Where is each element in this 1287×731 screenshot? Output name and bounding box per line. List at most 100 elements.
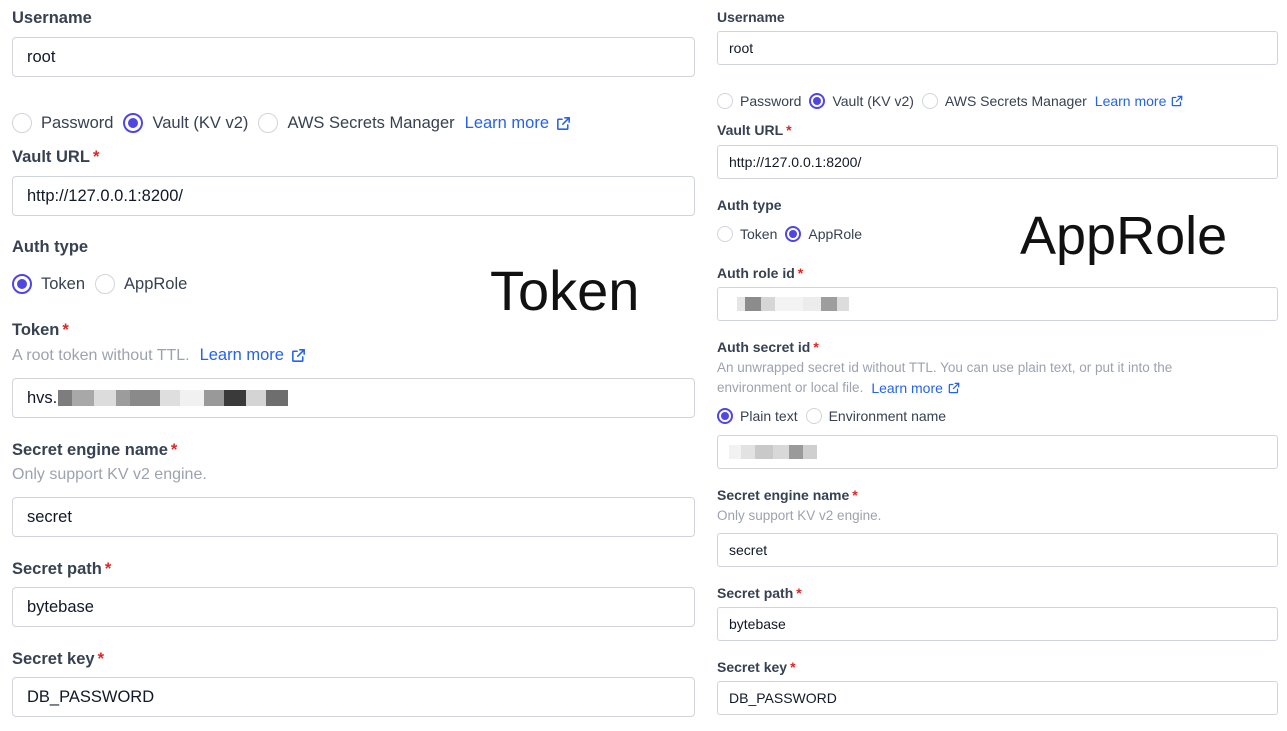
secret-path-value: bytebase bbox=[729, 616, 786, 632]
secret-source-radio-group: Password Vault (KV v2) AWS Secrets Manag… bbox=[12, 113, 572, 133]
vault-url-input[interactable]: http://127.0.0.1:8200/ bbox=[717, 145, 1278, 179]
token-auth-panel: Username root Password Vault (KV v2) AWS… bbox=[0, 0, 700, 731]
required-asterisk: * bbox=[92, 148, 100, 166]
secret-engine-name-input[interactable]: secret bbox=[717, 533, 1278, 567]
token-learn-more-link[interactable]: Learn more bbox=[200, 346, 307, 365]
radio-auth-approle[interactable] bbox=[95, 274, 116, 294]
username-value: root bbox=[27, 47, 56, 66]
auth-role-id-redacted-value bbox=[737, 297, 849, 311]
radio-aws-secrets-manager[interactable] bbox=[258, 113, 279, 133]
token-hint: A root token without TTL. Learn more bbox=[12, 346, 307, 365]
secret-path-input[interactable]: bytebase bbox=[12, 587, 695, 627]
radio-vault-kv2[interactable] bbox=[123, 113, 144, 133]
radio-auth-token[interactable] bbox=[12, 274, 32, 294]
username-input[interactable]: root bbox=[12, 37, 695, 77]
external-link-icon bbox=[292, 349, 305, 362]
secret-path-label: Secret path * bbox=[12, 560, 112, 578]
required-asterisk: * bbox=[796, 585, 802, 601]
approle-auth-panel: Username root Password Vault (KV v2) AWS… bbox=[706, 0, 1287, 731]
approle-caption: AppRole bbox=[1020, 206, 1228, 266]
required-asterisk: * bbox=[813, 339, 819, 355]
secret-source-radio-group: Password Vault (KV v2) AWS Secrets Manag… bbox=[717, 93, 1184, 109]
secret-key-value: DB_PASSWORD bbox=[27, 687, 155, 706]
required-asterisk: * bbox=[62, 321, 69, 339]
radio-auth-token-label: Token bbox=[41, 274, 86, 293]
secret-engine-name-value: secret bbox=[27, 507, 72, 526]
learn-more-link[interactable]: Learn more bbox=[1095, 93, 1185, 109]
required-asterisk: * bbox=[786, 122, 792, 138]
secret-path-value: bytebase bbox=[27, 597, 94, 616]
radio-auth-approle[interactable] bbox=[785, 226, 802, 242]
auth-secret-id-hint: An unwrapped secret id without TTL. You … bbox=[717, 358, 1277, 398]
auth-role-id-input[interactable] bbox=[717, 287, 1278, 321]
auth-type-radio-group: Token AppRole bbox=[717, 226, 870, 242]
token-value-prefix: hvs. bbox=[27, 388, 58, 407]
vault-url-label: Vault URL * bbox=[12, 148, 100, 166]
auth-type-radio-group: Token AppRole bbox=[12, 274, 197, 294]
vault-url-label: Vault URL * bbox=[717, 122, 792, 138]
auth-secret-id-hint-line1: An unwrapped secret id without TTL. You … bbox=[717, 360, 1173, 375]
auth-role-id-label: Auth role id * bbox=[717, 265, 804, 281]
auth-secret-id-input[interactable] bbox=[717, 435, 1278, 469]
secret-engine-name-value: secret bbox=[729, 542, 768, 558]
secret-engine-name-hint: Only support KV v2 engine. bbox=[12, 466, 207, 483]
secret-key-input[interactable]: DB_PASSWORD bbox=[12, 677, 695, 717]
radio-environment-name[interactable] bbox=[805, 408, 822, 424]
vault-url-value: http://127.0.0.1:8200/ bbox=[729, 154, 862, 170]
required-asterisk: * bbox=[170, 441, 178, 459]
radio-aws-secrets-manager-label: AWS Secrets Manager bbox=[944, 93, 1087, 109]
radio-aws-secrets-manager[interactable] bbox=[921, 93, 938, 109]
secret-key-input[interactable]: DB_PASSWORD bbox=[717, 681, 1278, 715]
radio-auth-approle-label: AppRole bbox=[124, 274, 188, 293]
radio-auth-token-label: Token bbox=[740, 226, 778, 242]
secret-path-label: Secret path * bbox=[717, 585, 802, 601]
radio-vault-kv2-label: Vault (KV v2) bbox=[832, 93, 914, 109]
secret-key-label: Secret key * bbox=[717, 659, 796, 675]
radio-plain-text[interactable] bbox=[717, 408, 733, 424]
radio-password-label: Password bbox=[41, 113, 114, 132]
radio-plain-text-label: Plain text bbox=[740, 408, 798, 424]
auth-type-label: Auth type bbox=[717, 197, 782, 213]
auth-type-label: Auth type bbox=[12, 238, 89, 256]
radio-password-label: Password bbox=[740, 93, 802, 109]
username-label: Username bbox=[717, 9, 785, 25]
external-link-icon bbox=[557, 116, 570, 130]
secret-id-source-radio-group: Plain text Environment name bbox=[717, 408, 954, 424]
radio-aws-secrets-manager-label: AWS Secrets Manager bbox=[287, 113, 455, 132]
radio-vault-kv2[interactable] bbox=[809, 93, 826, 109]
secret-engine-name-label: Secret engine name * bbox=[12, 441, 178, 459]
secret-engine-name-input[interactable]: secret bbox=[12, 497, 695, 537]
required-asterisk: * bbox=[852, 487, 858, 503]
secret-key-label: Secret key * bbox=[12, 650, 104, 668]
vault-url-input[interactable]: http://127.0.0.1:8200/ bbox=[12, 176, 695, 216]
external-link-icon bbox=[948, 382, 960, 394]
auth-secret-id-learn-more-link[interactable]: Learn more bbox=[871, 378, 961, 398]
required-asterisk: * bbox=[104, 560, 112, 578]
secret-engine-name-hint: Only support KV v2 engine. bbox=[717, 508, 882, 523]
required-asterisk: * bbox=[97, 650, 104, 668]
username-input[interactable]: root bbox=[717, 31, 1278, 65]
radio-password[interactable] bbox=[12, 113, 32, 133]
auth-secret-id-label: Auth secret id * bbox=[717, 339, 819, 355]
token-label: Token * bbox=[12, 321, 69, 339]
secret-engine-name-label: Secret engine name * bbox=[717, 487, 858, 503]
radio-environment-name-label: Environment name bbox=[828, 408, 947, 424]
learn-more-link[interactable]: Learn more bbox=[465, 114, 572, 133]
username-label: Username bbox=[12, 9, 92, 27]
secret-key-value: DB_PASSWORD bbox=[729, 690, 837, 706]
vault-url-value: http://127.0.0.1:8200/ bbox=[27, 186, 183, 205]
required-asterisk: * bbox=[797, 265, 804, 281]
radio-vault-kv2-label: Vault (KV v2) bbox=[152, 113, 249, 132]
required-asterisk: * bbox=[790, 659, 796, 675]
auth-secret-id-redacted-value bbox=[729, 445, 817, 459]
secret-path-input[interactable]: bytebase bbox=[717, 607, 1278, 641]
token-input[interactable]: hvs. bbox=[12, 378, 695, 418]
username-value: root bbox=[729, 40, 754, 56]
radio-auth-token[interactable] bbox=[717, 226, 733, 242]
radio-auth-approle-label: AppRole bbox=[808, 226, 863, 242]
token-caption: Token bbox=[490, 259, 640, 322]
external-link-icon bbox=[1172, 95, 1183, 107]
auth-secret-id-hint-line2: environment or local file. bbox=[717, 380, 864, 395]
radio-password[interactable] bbox=[717, 93, 733, 109]
token-redacted-value bbox=[58, 390, 289, 406]
